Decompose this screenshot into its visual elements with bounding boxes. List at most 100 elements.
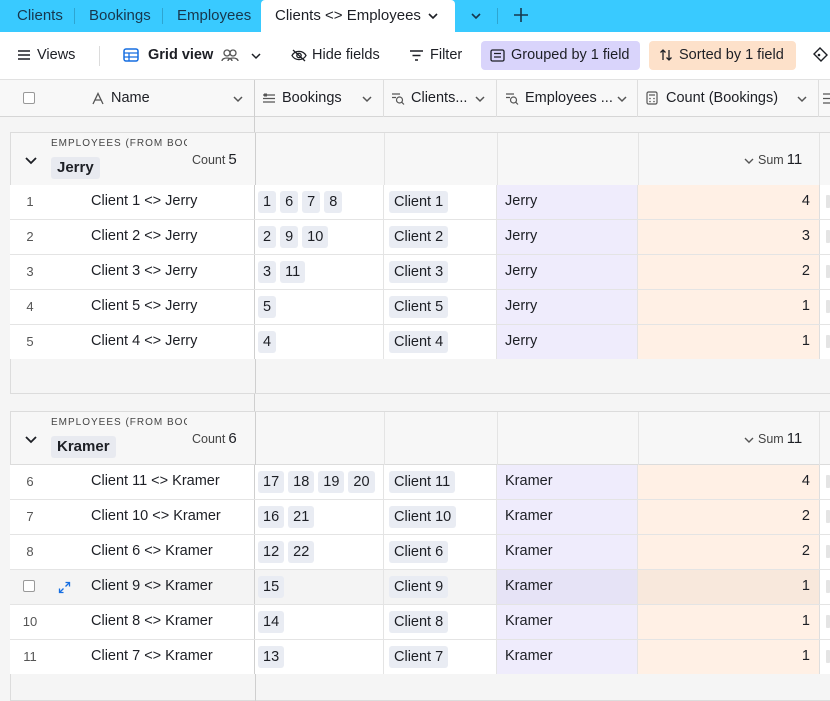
record-name[interactable]: Client 10 <> Kramer [91, 508, 221, 524]
booking-link-chip[interactable]: 8 [324, 191, 343, 213]
booking-link-chip[interactable]: 18 [288, 471, 315, 493]
table-row[interactable]: 6 Client 11 <> Kramer 17 18 19 20 Client 11… [10, 465, 830, 500]
chevron-down-icon[interactable] [616, 94, 628, 104]
client-lookup-chip[interactable]: Client 4 [389, 331, 449, 353]
count-bookings-cell[interactable]: 4 [638, 465, 819, 499]
booking-link-chip[interactable]: 13 [258, 646, 285, 668]
record-name[interactable]: Client 7 <> Kramer [91, 648, 213, 664]
booking-link-chip[interactable]: 14 [258, 611, 285, 633]
booking-link-chip[interactable]: 7 [302, 191, 321, 213]
row-checkbox[interactable] [23, 580, 35, 592]
booking-link-chip[interactable]: 1 [258, 191, 277, 213]
bookings-cell[interactable]: 5 [258, 296, 280, 318]
bookings-cell[interactable]: 4 [258, 331, 280, 353]
hide-fields-button[interactable]: Hide fields [291, 41, 391, 70]
chevron-down-icon[interactable] [361, 94, 373, 104]
record-name[interactable]: Client 2 <> Jerry [91, 228, 197, 244]
booking-link-chip[interactable]: 3 [258, 261, 277, 283]
chevron-down-icon[interactable] [232, 94, 244, 104]
booking-link-chip[interactable]: 19 [318, 471, 345, 493]
table-row[interactable]: 2 Client 2 <> Jerry 2 9 10 Client 2 Jerry … [10, 220, 830, 255]
tab-employees[interactable]: Employees [177, 0, 251, 32]
count-bookings-cell[interactable]: 1 [638, 605, 819, 639]
column-header-count-bookings[interactable]: Count (Bookings) [646, 80, 814, 117]
column-header-name[interactable]: Name [91, 80, 251, 117]
employee-lookup-cell[interactable]: Jerry [497, 325, 638, 359]
bookings-cell[interactable]: 14 [258, 611, 288, 633]
client-lookup-chip[interactable]: Client 6 [389, 541, 449, 563]
client-lookup-chip[interactable]: Client 11 [389, 471, 456, 493]
more-tables-chevron-icon[interactable] [470, 11, 482, 21]
bookings-cell[interactable]: 15 [258, 576, 288, 598]
count-bookings-cell[interactable]: 2 [638, 535, 819, 569]
record-name[interactable]: Client 5 <> Jerry [91, 298, 197, 314]
booking-link-chip[interactable]: 2 [258, 226, 277, 248]
table-row[interactable]: 3 Client 3 <> Jerry 3 11 Client 3 Jerry 2 [10, 255, 830, 290]
column-header-clients[interactable]: Clients... [391, 80, 491, 117]
record-name[interactable]: Client 3 <> Jerry [91, 263, 197, 279]
client-lookup-chip[interactable]: Client 1 [389, 191, 449, 213]
booking-link-chip[interactable]: 21 [288, 506, 315, 528]
table-row[interactable]: 4 Client 5 <> Jerry 5 Client 5 Jerry 1 [10, 290, 830, 325]
grouped-by-button[interactable]: Grouped by 1 field [481, 41, 640, 70]
record-name[interactable]: Client 1 <> Jerry [91, 193, 197, 209]
employee-lookup-cell[interactable]: Kramer [497, 605, 638, 639]
table-row[interactable]: Client 9 <> Kramer 15 Client 9 Kramer 1 [10, 570, 830, 605]
tab-bookings[interactable]: Bookings [89, 0, 151, 32]
count-bookings-cell[interactable]: 2 [638, 255, 819, 289]
column-header-employees[interactable]: Employees ... [505, 80, 633, 117]
bookings-cell[interactable]: 1678 [258, 191, 346, 213]
record-name[interactable]: Client 6 <> Kramer [91, 543, 213, 559]
table-row[interactable]: 7 Client 10 <> Kramer 16 21 Client 10 Kra… [10, 500, 830, 535]
next-column-cell[interactable] [819, 220, 830, 254]
chevron-down-icon[interactable] [796, 94, 808, 104]
booking-link-chip[interactable]: 20 [348, 471, 375, 493]
count-bookings-cell[interactable]: 4 [638, 185, 819, 219]
collapse-chevron-icon[interactable] [24, 154, 38, 166]
client-lookup-chip[interactable]: Client 7 [389, 646, 449, 668]
booking-link-chip[interactable]: 4 [258, 331, 277, 353]
employee-lookup-cell[interactable]: Kramer [497, 570, 638, 604]
next-column-cell[interactable] [819, 605, 830, 639]
table-row[interactable]: 5 Client 4 <> Jerry 4 Client 4 Jerry 1 [10, 325, 830, 360]
employee-lookup-cell[interactable]: Jerry [497, 290, 638, 324]
bookings-cell[interactable]: 3 11 [258, 261, 309, 283]
tab-clients-employees[interactable]: Clients <> Employees [261, 0, 455, 32]
record-name[interactable]: Client 11 <> Kramer [91, 473, 220, 489]
count-bookings-cell[interactable]: 1 [638, 325, 819, 359]
next-column-cell[interactable] [819, 535, 830, 569]
client-lookup-chip[interactable]: Client 2 [389, 226, 449, 248]
chevron-down-icon[interactable] [427, 11, 439, 21]
add-table-plus-icon[interactable] [513, 7, 529, 23]
next-column-cell[interactable] [819, 290, 830, 324]
group-sum[interactable]: Sum 11 [744, 430, 802, 447]
expand-record-icon[interactable] [58, 581, 71, 594]
next-column-cell[interactable] [819, 465, 830, 499]
employee-lookup-cell[interactable]: Kramer [497, 465, 638, 499]
count-bookings-cell[interactable]: 1 [638, 290, 819, 324]
booking-link-chip[interactable]: 15 [258, 576, 285, 598]
client-lookup-chip[interactable]: Client 9 [389, 576, 449, 598]
client-lookup-chip[interactable]: Client 3 [389, 261, 449, 283]
table-row[interactable]: 1 Client 1 <> Jerry 1678 Client 1 Jerry … [10, 185, 830, 220]
booking-link-chip[interactable]: 22 [288, 541, 315, 563]
booking-link-chip[interactable]: 9 [280, 226, 299, 248]
filter-button[interactable]: Filter [409, 41, 465, 70]
next-column-cell[interactable] [819, 325, 830, 359]
count-bookings-cell[interactable]: 1 [638, 570, 819, 604]
column-header-bookings[interactable]: Bookings [262, 80, 378, 117]
booking-link-chip[interactable]: 5 [258, 296, 277, 318]
count-bookings-cell[interactable]: 2 [638, 500, 819, 534]
table-row[interactable]: 11 Client 7 <> Kramer 13 Client 7 Kramer… [10, 640, 830, 675]
employee-lookup-cell[interactable]: Jerry [497, 220, 638, 254]
bookings-cell[interactable]: 13 [258, 646, 288, 668]
booking-link-chip[interactable]: 12 [258, 541, 285, 563]
table-row[interactable]: 8 Client 6 <> Kramer 12 22 Client 6 Krame… [10, 535, 830, 570]
bookings-cell[interactable]: 2 9 10 [258, 226, 332, 248]
booking-link-chip[interactable]: 11 [280, 261, 306, 283]
chevron-down-icon[interactable] [474, 94, 486, 104]
select-all-checkbox[interactable] [23, 92, 35, 104]
employee-lookup-cell[interactable]: Kramer [497, 640, 638, 674]
next-column-cell[interactable] [819, 570, 830, 604]
client-lookup-chip[interactable]: Client 5 [389, 296, 449, 318]
